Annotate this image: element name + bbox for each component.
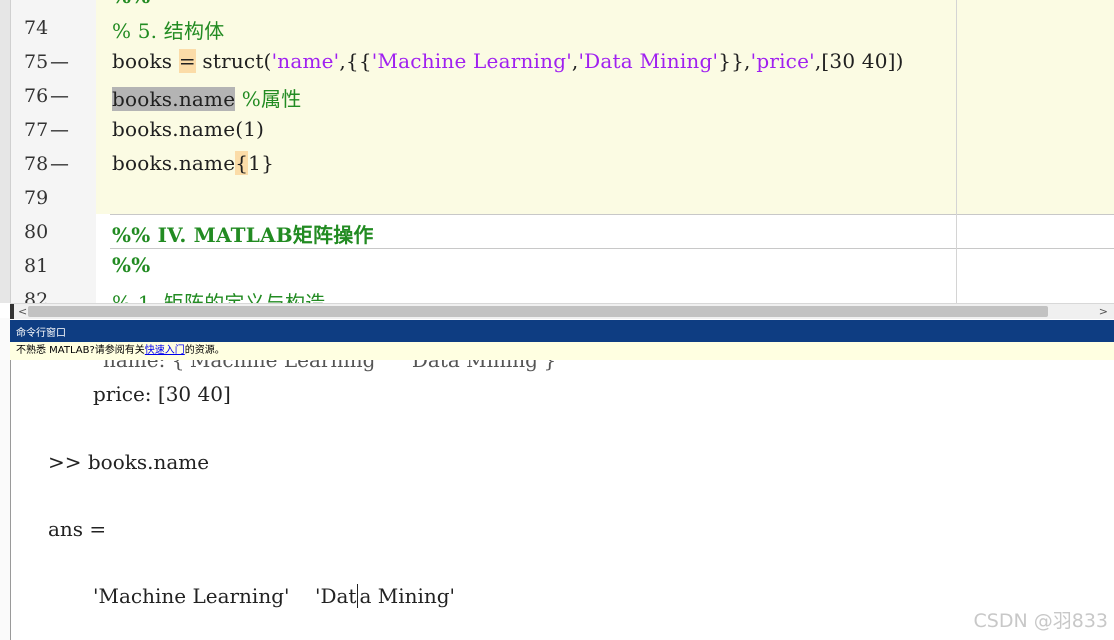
line-number: 81 <box>24 255 49 277</box>
breakpoint-dash[interactable]: — <box>50 119 69 141</box>
output-line: 'Machine Learning' 'Dat a Mining' <box>93 584 455 608</box>
getting-started-link[interactable]: 快速入门 <box>145 345 185 356</box>
code-token: ,{{ <box>339 49 372 73</box>
code-comment: % 5. 结构体 <box>112 19 225 43</box>
output-text: 'Machine Learning' 'Dat <box>93 584 357 608</box>
output-line: ans = <box>48 517 107 541</box>
code-line[interactable]: 81 %% <box>0 249 1114 283</box>
output-text: a Mining' <box>359 584 456 608</box>
code-line[interactable]: 76 — books.name %属性 <box>0 79 1114 113</box>
code-text: books.name{1} <box>112 151 274 175</box>
help-text: 不熟悉 MATLAB?请参阅有关 <box>16 345 145 356</box>
output-line: price: [30 40] <box>93 382 231 406</box>
scroll-right-arrow-icon[interactable]: > <box>1099 304 1108 319</box>
code-comment: %属性 <box>235 87 302 111</box>
bracket-match-highlight: { <box>235 151 249 175</box>
scrollbar-grip[interactable] <box>10 304 14 319</box>
code-text: books = struct('name',{{'Machine Learnin… <box>112 49 904 73</box>
breakpoint-dash[interactable]: — <box>50 51 69 73</box>
left-panel-edge <box>0 318 10 640</box>
command-window-title: 命令行窗口 <box>16 328 66 339</box>
code-string: 'price' <box>750 49 815 73</box>
code-token: 1} <box>248 151 275 175</box>
code-line[interactable]: 74 % 5. 结构体 <box>0 11 1114 45</box>
scrollbar-thumb[interactable] <box>28 306 1048 317</box>
code-editor[interactable]: %% 74 % 5. 结构体 75 — books = struct('name… <box>0 0 1114 303</box>
code-comment: % 1. 矩阵的定义与构造 <box>112 291 326 303</box>
line-number: 76 <box>24 85 49 107</box>
code-line[interactable]: 75 — books = struct('name',{{'Machine Le… <box>0 45 1114 79</box>
code-line[interactable]: 79 <box>0 181 1114 215</box>
code-line[interactable]: 80 %% IV. MATLAB矩阵操作 <box>0 215 1114 249</box>
code-token-highlight: = <box>178 49 196 73</box>
cell-title-comment: %% IV. MATLAB矩阵操作 <box>112 223 374 247</box>
code-line-partial[interactable]: 82 % 1. 矩阵的定义与构造 <box>0 283 1114 303</box>
line-number: 75 <box>24 51 49 73</box>
scroll-left-arrow-icon[interactable]: < <box>18 304 27 319</box>
code-line[interactable]: 77 — books.name(1) <box>0 113 1114 147</box>
line-number: 80 <box>24 221 49 243</box>
selected-text: books.name <box>112 87 236 111</box>
code-string: 'Data Mining' <box>578 49 719 73</box>
code-token: }}, <box>718 49 751 73</box>
code-line[interactable]: 78 — books.name{1} <box>0 147 1114 181</box>
watermark: CSDN @羽833 <box>973 610 1108 632</box>
command-window-output[interactable]: name: {'Machine Learning' 'Data Mining'}… <box>10 360 1114 640</box>
code-token: books <box>112 49 173 73</box>
code-token: ,[30 40]) <box>814 49 904 73</box>
breakpoint-dash[interactable]: — <box>50 153 69 175</box>
code-token: books.name <box>112 151 236 175</box>
line-number: 82 <box>24 289 49 303</box>
cell-marker-comment: %% <box>112 253 151 277</box>
code-string: 'Machine Learning' <box>371 49 572 73</box>
line-number: 78 <box>24 153 49 175</box>
code-string: 'name' <box>271 49 340 73</box>
command-window-titlebar[interactable]: 命令行窗口 <box>10 320 1114 342</box>
output-line-partial: name: {'Machine Learning' 'Data Mining'} <box>103 360 557 372</box>
code-token: struct( <box>195 49 272 73</box>
code-text: books.name(1) <box>112 117 265 141</box>
code-text: books.name %属性 <box>112 83 301 112</box>
line-number: 77 <box>24 119 49 141</box>
breakpoint-dash[interactable]: — <box>50 85 69 107</box>
help-text: 的资源。 <box>184 345 225 356</box>
line-number: 79 <box>24 187 49 209</box>
line-number: 74 <box>24 17 49 39</box>
command-prompt-line: >> books.name <box>48 450 210 474</box>
horizontal-scrollbar[interactable]: < > <box>10 303 1114 319</box>
command-window-help-bar: 不熟悉 MATLAB?请参阅有关快速入门的资源。 <box>10 342 1114 361</box>
